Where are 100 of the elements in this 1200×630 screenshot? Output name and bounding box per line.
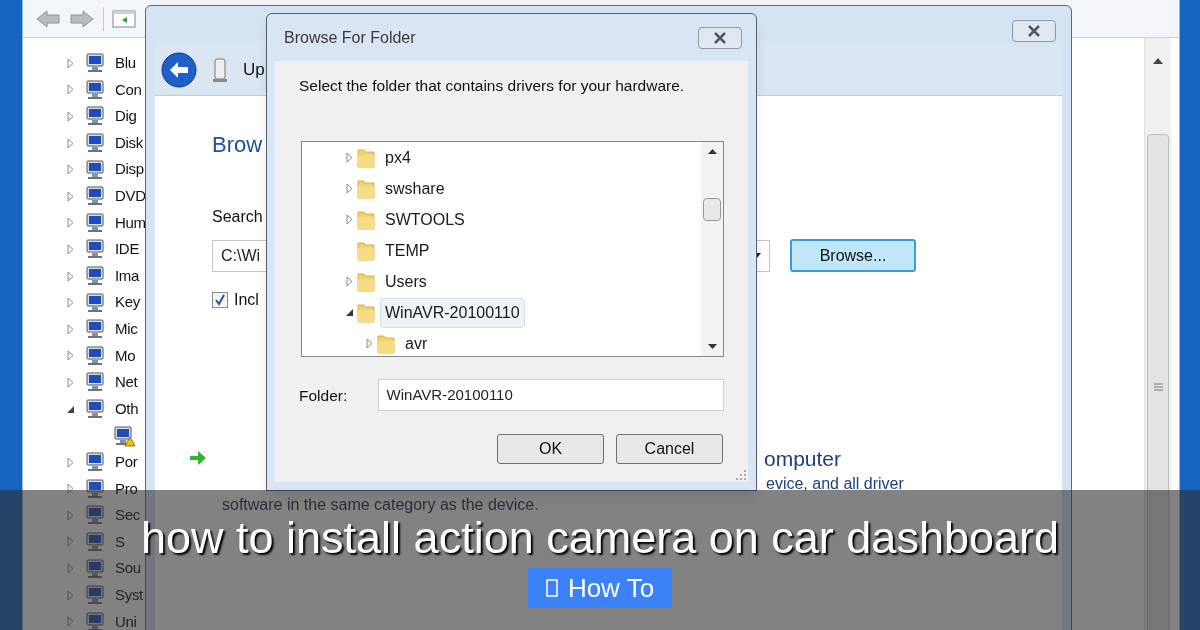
expand-icon[interactable] xyxy=(66,164,74,176)
device-category[interactable]: Oth xyxy=(115,397,139,421)
back-arrow-icon[interactable] xyxy=(35,8,61,29)
device-icon xyxy=(83,610,107,630)
device-icon xyxy=(83,291,107,314)
how-to-button[interactable]: How To xyxy=(527,568,673,608)
expand-icon[interactable] xyxy=(66,243,74,255)
device-category[interactable]: Net xyxy=(115,371,138,394)
folder-icon xyxy=(356,301,376,324)
include-checkbox[interactable] xyxy=(212,292,228,308)
device-icon xyxy=(83,371,107,394)
page-heading: Brow xyxy=(212,131,263,159)
expand-icon[interactable] xyxy=(66,456,74,468)
device-category[interactable]: Syst xyxy=(115,583,143,607)
expand-icon[interactable] xyxy=(345,183,353,195)
device-category[interactable]: Disp xyxy=(115,158,144,181)
expand-icon[interactable] xyxy=(66,217,74,229)
scrollbar[interactable] xyxy=(1144,38,1171,630)
device-category[interactable]: Dig xyxy=(115,105,137,128)
device-icon xyxy=(83,265,107,288)
forward-arrow-icon[interactable] xyxy=(69,8,95,29)
folder-icon xyxy=(376,332,396,355)
folder-name[interactable]: SWTOOLS xyxy=(380,204,470,235)
device-category[interactable]: DVD xyxy=(115,185,146,208)
device-category[interactable]: Uni xyxy=(115,610,137,630)
expand-icon[interactable] xyxy=(66,483,74,495)
device-category[interactable]: Blu xyxy=(115,52,136,75)
device-category[interactable]: Sou xyxy=(115,557,141,580)
expand-icon[interactable] xyxy=(66,84,74,96)
device-icon xyxy=(83,344,107,367)
folder-name[interactable]: WinAVR-20100110 xyxy=(380,297,525,328)
folder-name[interactable]: Users xyxy=(380,266,432,297)
back-button-icon[interactable] xyxy=(161,51,197,88)
device-icon xyxy=(83,584,107,607)
checkmark-icon xyxy=(214,294,226,306)
scroll-thumb[interactable] xyxy=(703,197,721,221)
window-view-icon[interactable] xyxy=(112,8,136,29)
device-category[interactable]: Por xyxy=(115,450,138,474)
expand-icon[interactable] xyxy=(365,338,373,350)
folder-name[interactable]: swshare xyxy=(380,173,450,204)
option-description: evice, and all driver xyxy=(766,474,904,494)
expand-icon[interactable] xyxy=(345,152,353,164)
folder-name[interactable]: px4 xyxy=(380,142,416,173)
expand-icon[interactable] xyxy=(66,57,74,69)
close-button[interactable] xyxy=(1012,20,1056,42)
device-icon xyxy=(83,504,107,527)
instruction-text: Select the folder that contains drivers for your hardware. xyxy=(299,76,686,96)
dialog-button[interactable]: OK xyxy=(497,434,604,465)
device-category[interactable]: Con xyxy=(115,78,142,102)
folder-icon xyxy=(356,146,376,169)
close-icon xyxy=(1027,25,1041,37)
expand-icon[interactable] xyxy=(66,190,74,202)
scroll-up-icon[interactable] xyxy=(707,149,717,155)
device-category[interactable]: Hum xyxy=(115,211,146,235)
expand-icon[interactable] xyxy=(66,111,74,122)
scroll-down-icon[interactable] xyxy=(707,344,717,350)
device-icon xyxy=(83,557,107,580)
scroll-thumb[interactable] xyxy=(1147,134,1169,630)
expand-icon[interactable] xyxy=(66,270,74,282)
device-icon xyxy=(83,238,107,261)
folder-icon xyxy=(356,239,376,262)
expand-icon[interactable] xyxy=(345,276,353,288)
browse-button[interactable]: Browse... xyxy=(790,239,916,272)
scroll-up-icon[interactable] xyxy=(1153,58,1163,64)
caption-title: how to install action camera on car dashboard xyxy=(141,512,1059,565)
device-category[interactable]: Disk xyxy=(115,131,143,155)
device-icon xyxy=(83,398,107,420)
resize-grip-icon[interactable] xyxy=(736,470,746,480)
close-button[interactable] xyxy=(698,26,742,49)
device-category[interactable]: IDE xyxy=(115,238,140,261)
scrollbar[interactable] xyxy=(701,142,723,357)
folder-field[interactable]: WinAVR-20100110 xyxy=(377,379,724,412)
collapse-icon[interactable] xyxy=(344,308,354,318)
device-category[interactable]: S xyxy=(115,530,125,554)
device-icon xyxy=(83,211,107,234)
device-category[interactable]: Sec xyxy=(115,504,140,527)
expand-icon[interactable] xyxy=(66,350,74,362)
device-category[interactable]: Key xyxy=(115,291,140,314)
expand-icon[interactable] xyxy=(345,214,353,226)
device-category[interactable]: Pro xyxy=(115,477,138,501)
expand-icon[interactable] xyxy=(66,323,74,335)
device-icon xyxy=(83,132,107,155)
expand-icon[interactable] xyxy=(66,376,74,388)
device-category[interactable]: Ima xyxy=(115,264,140,288)
folder-icon xyxy=(356,208,376,231)
expand-icon[interactable] xyxy=(66,297,74,309)
device-category[interactable]: Mo xyxy=(115,344,136,368)
dialog-button[interactable]: Cancel xyxy=(616,434,723,465)
square-icon xyxy=(545,579,558,597)
device-icon xyxy=(83,105,107,128)
folder-name[interactable]: TEMP xyxy=(380,235,435,266)
device-icon xyxy=(213,56,227,83)
folder-name[interactable]: avr xyxy=(400,328,433,357)
arrow-icon[interactable] xyxy=(189,450,207,466)
expand-icon[interactable] xyxy=(66,137,74,149)
device-category[interactable]: Mic xyxy=(115,318,138,341)
include-label: Incl xyxy=(234,290,259,310)
collapse-icon[interactable] xyxy=(65,404,75,414)
device-icon xyxy=(83,185,107,208)
dialog-title: Browse For Folder xyxy=(284,27,416,48)
